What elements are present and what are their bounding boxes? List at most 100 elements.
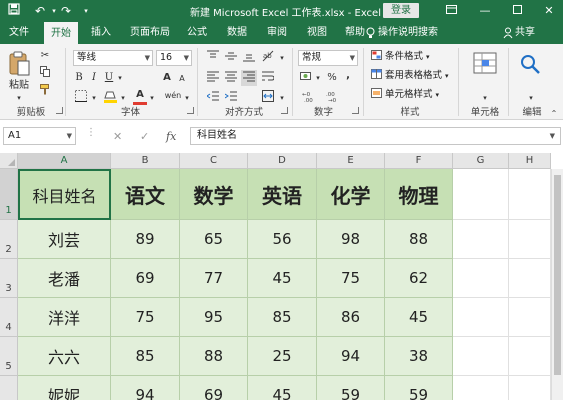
cell-e2[interactable]: 98	[317, 220, 385, 259]
tell-me-search[interactable]: 操作说明搜索	[378, 22, 438, 44]
select-all-button[interactable]	[0, 153, 18, 169]
font-name-select[interactable]: 等线 ▼	[73, 50, 153, 66]
cell-e1[interactable]: 化学	[317, 169, 385, 220]
cell-f4[interactable]: 45	[385, 298, 453, 337]
align-middle-icon[interactable]	[223, 50, 239, 66]
cell-b6[interactable]: 94	[111, 376, 180, 400]
ribbon-display-icon[interactable]	[440, 2, 462, 20]
cell-g1[interactable]	[453, 169, 509, 220]
align-top-icon[interactable]	[205, 50, 221, 66]
column-header-c[interactable]: C	[180, 153, 248, 169]
cell-b1[interactable]: 语文	[111, 169, 180, 220]
cell-g6[interactable]	[453, 376, 509, 400]
comma-style-button[interactable]: ,	[341, 68, 355, 84]
column-header-a[interactable]: A	[18, 153, 111, 169]
cell-d4[interactable]: 85	[248, 298, 317, 337]
bold-button[interactable]: B	[73, 70, 85, 86]
percent-style-button[interactable]: %	[325, 70, 339, 86]
cell-c4[interactable]: 95	[180, 298, 248, 337]
row-header-5[interactable]: 5	[0, 337, 18, 376]
cells-icon[interactable]	[470, 52, 500, 78]
row-header-4[interactable]: 4	[0, 298, 18, 337]
cell-a1[interactable]: 科目姓名	[18, 169, 111, 220]
column-header-e[interactable]: E	[317, 153, 385, 169]
cell-g3[interactable]	[453, 259, 509, 298]
cell-g2[interactable]	[453, 220, 509, 259]
cell-f5[interactable]: 38	[385, 337, 453, 376]
column-header-f[interactable]: F	[385, 153, 453, 169]
alignment-dialog-launcher-icon[interactable]	[281, 107, 288, 114]
orientation-dropdown-icon[interactable]: ▾	[278, 50, 286, 66]
cell-f1[interactable]: 物理	[385, 169, 453, 220]
tab-home[interactable]: 开始	[44, 22, 78, 44]
cut-icon[interactable]: ✂	[38, 48, 52, 64]
editing-icon[interactable]	[515, 52, 545, 78]
tab-file[interactable]: 文件	[4, 22, 34, 44]
font-dialog-launcher-icon[interactable]	[187, 107, 194, 114]
close-icon[interactable]: ✕	[538, 2, 560, 20]
cell-b5[interactable]: 85	[111, 337, 180, 376]
tab-view[interactable]: 视图	[300, 22, 334, 44]
save-icon[interactable]	[6, 3, 22, 19]
cell-h5[interactable]	[509, 337, 551, 376]
collapse-ribbon-icon[interactable]: ⌃	[548, 106, 560, 122]
font-grow-button[interactable]: A	[160, 70, 174, 86]
cell-a3[interactable]: 老潘	[18, 259, 111, 298]
cell-g5[interactable]	[453, 337, 509, 376]
font-size-select[interactable]: 16 ▼	[156, 50, 192, 66]
formula-input[interactable]: 科目姓名 ▼	[190, 127, 561, 145]
conditional-formatting-button[interactable]: 条件格式 ▾	[371, 49, 430, 65]
cell-h3[interactable]	[509, 259, 551, 298]
cell-d1[interactable]: 英语	[248, 169, 317, 220]
cell-b4[interactable]: 75	[111, 298, 180, 337]
cell-a5[interactable]: 六六	[18, 337, 111, 376]
underline-button[interactable]: U	[103, 70, 115, 86]
clipboard-dialog-launcher-icon[interactable]	[56, 107, 63, 114]
cell-h2[interactable]	[509, 220, 551, 259]
cell-f2[interactable]: 88	[385, 220, 453, 259]
cancel-icon[interactable]: ✕	[113, 130, 122, 143]
cell-b3[interactable]: 69	[111, 259, 180, 298]
column-header-h[interactable]: H	[509, 153, 551, 169]
cell-g4[interactable]	[453, 298, 509, 337]
align-right-icon[interactable]	[241, 70, 257, 86]
cell-h1[interactable]	[509, 169, 551, 220]
enter-icon[interactable]: ✓	[140, 130, 149, 143]
cell-c1[interactable]: 数学	[180, 169, 248, 220]
align-center-icon[interactable]	[223, 70, 239, 86]
cell-d6[interactable]: 45	[248, 376, 317, 400]
tab-review[interactable]: 审阅	[260, 22, 294, 44]
cell-c3[interactable]: 77	[180, 259, 248, 298]
tab-formulas[interactable]: 公式	[180, 22, 214, 44]
cells-group-label[interactable]: 单元格	[462, 104, 508, 118]
cell-a6[interactable]: 妮妮	[18, 376, 111, 400]
orientation-icon[interactable]: ab	[260, 50, 276, 66]
vertical-scrollbar[interactable]	[551, 169, 563, 400]
format-painter-icon[interactable]	[38, 84, 52, 100]
accounting-format-icon[interactable]	[298, 70, 314, 86]
cell-f6[interactable]: 59	[385, 376, 453, 400]
column-header-d[interactable]: D	[248, 153, 317, 169]
cell-d5[interactable]: 25	[248, 337, 317, 376]
cell-d3[interactable]: 45	[248, 259, 317, 298]
tab-page-layout[interactable]: 页面布局	[124, 22, 176, 44]
cell-c2[interactable]: 65	[180, 220, 248, 259]
editing-dropdown-icon[interactable]: ▾	[524, 90, 538, 106]
font-color-button[interactable]: A	[133, 88, 147, 105]
align-bottom-icon[interactable]	[241, 50, 257, 66]
cell-a4[interactable]: 洋洋	[18, 298, 111, 337]
row-header-6[interactable]: 6	[0, 376, 18, 400]
minimize-icon[interactable]: —	[474, 2, 496, 20]
column-header-b[interactable]: B	[111, 153, 180, 169]
cell-styles-button[interactable]: 单元格样式 ▾	[371, 87, 439, 103]
cell-e6[interactable]: 59	[317, 376, 385, 400]
cell-e5[interactable]: 94	[317, 337, 385, 376]
align-left-icon[interactable]	[205, 70, 221, 86]
cell-c5[interactable]: 88	[180, 337, 248, 376]
row-header-1[interactable]: 1	[0, 169, 18, 220]
italic-button[interactable]: I	[88, 70, 100, 86]
cell-f3[interactable]: 62	[385, 259, 453, 298]
cell-a2[interactable]: 刘芸	[18, 220, 111, 259]
format-as-table-button[interactable]: 套用表格格式 ▾	[371, 68, 449, 84]
underline-dropdown-icon[interactable]: ▾	[116, 70, 124, 86]
